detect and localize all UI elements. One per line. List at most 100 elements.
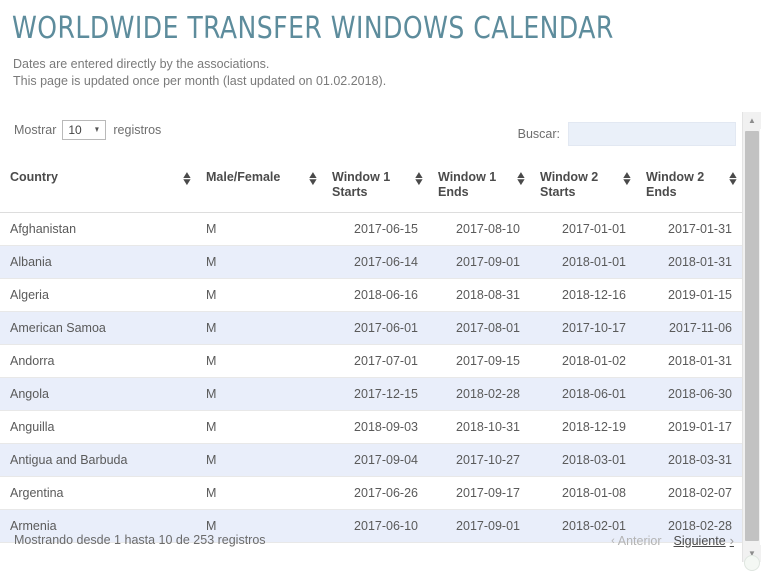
page-length-label-before: Mostrar [14,123,57,137]
cell-country: Antigua and Barbuda [0,443,196,477]
table-row: Angola M 2017-12-15 2018-02-28 2018-06-01 201… [0,377,742,411]
cell-window2-starts: 2018-03-01 [530,443,636,477]
cell-window1-ends: 2018-10-31 [428,410,530,444]
cell-window2-ends: 2019-01-17 [636,410,742,444]
cell-gender: M [196,344,322,378]
table-head: Country ▲ ▼ Male/Female ▲ ▼ Window 1 Start [0,160,742,213]
cell-country: Albania [0,245,196,279]
cell-gender: M [196,377,322,411]
chevron-right-icon: › [729,533,734,548]
column-header-window1-starts-line2: Starts [332,185,368,199]
table-row: Argentina M 2017-06-26 2017-09-17 2018-01-08… [0,476,742,510]
sort-icon-window1-starts[interactable]: ▲ ▼ [413,171,425,188]
column-header-window1-starts[interactable]: Window 1 Starts ▲ ▼ [322,160,428,213]
scrollbar-corner-widget [744,555,760,571]
cell-window1-starts: 2017-12-15 [322,377,428,411]
column-header-gender[interactable]: Male/Female ▲ ▼ [196,160,322,213]
cell-window1-starts: 2017-06-15 [322,212,428,246]
cell-country: Algeria [0,278,196,312]
cell-window2-starts: 2018-01-08 [530,476,636,510]
subtitle-line-2: This page is updated once per month (las… [13,74,387,88]
column-header-window2-ends[interactable]: Window 2 Ends ▲ ▼ [636,160,742,213]
cell-window2-starts: 2018-06-01 [530,377,636,411]
table-row: Anguilla M 2018-09-03 2018-10-31 2018-12-19 2… [0,410,742,444]
table-filter-control: Buscar: [518,122,736,146]
cell-window1-starts: 2017-06-01 [322,311,428,345]
pagination: ‹ Anterior Siguiente › [611,533,734,548]
vertical-scrollbar[interactable]: ▲ ▼ [742,112,761,562]
cell-gender: M [196,212,322,246]
search-label: Buscar: [517,127,560,141]
page-subtitle: Dates are entered directly by the associ… [13,56,386,90]
cell-window1-starts: 2017-09-04 [322,443,428,477]
cell-window1-ends: 2017-09-01 [428,245,530,279]
page-length-select[interactable]: 10 ▼ [62,120,107,140]
cell-country: American Samoa [0,311,196,345]
cell-window2-starts: 2018-12-16 [530,278,636,312]
cell-window1-ends: 2017-08-10 [428,212,530,246]
cell-gender: M [196,245,322,279]
table-row: Albania M 2017-06-14 2017-09-01 2018-01-01 20… [0,245,742,279]
sort-icon-window2-starts[interactable]: ▲ ▼ [621,171,633,188]
cell-gender: M [196,476,322,510]
sort-icon-gender[interactable]: ▲ ▼ [307,171,319,188]
table-body: Afghanistan M 2017-06-15 2017-08-10 2017-01-… [0,212,742,543]
cell-window2-starts: 2018-01-01 [530,245,636,279]
column-header-country-label: Country [10,170,58,184]
scrollbar-up-arrow-icon[interactable]: ▲ [743,112,761,129]
cell-gender: M [196,443,322,477]
pagination-previous-button[interactable]: ‹ Anterior [611,534,661,548]
cell-window1-ends: 2018-08-31 [428,278,530,312]
page-length-value: 10 [68,123,82,137]
page-length-control: Mostrar 10 ▼ registros [14,120,161,140]
cell-country: Angola [0,377,196,411]
table-row: Andorra M 2017-07-01 2017-09-15 2018-01-02 20… [0,344,742,378]
chevron-left-icon: ‹ [611,534,615,547]
table-info: Mostrando desde 1 hasta 10 de 253 regist… [14,533,266,547]
cell-country: Anguilla [0,410,196,444]
transfer-windows-table: Country ▲ ▼ Male/Female ▲ ▼ Window 1 Start [0,160,742,543]
table-row: Afghanistan M 2017-06-15 2017-08-10 2017-01-… [0,212,742,246]
cell-window1-starts: 2017-06-14 [322,245,428,279]
column-header-window1-ends-line2: Ends [438,185,469,199]
sort-icon-window2-ends[interactable]: ▲ ▼ [727,171,739,188]
page-root: Worldwide Transfer Windows Calendar Date… [0,0,768,577]
cell-window2-ends: 2017-01-31 [636,212,742,246]
cell-window2-ends: 2018-01-31 [636,245,742,279]
column-header-window1-starts-line1: Window 1 [332,170,391,184]
pagination-previous-label: Anterior [617,533,662,548]
column-header-window1-ends[interactable]: Window 1 Ends ▲ ▼ [428,160,530,213]
column-header-window1-ends-line1: Window 1 [438,170,497,184]
table-row: American Samoa M 2017-06-01 2017-08-01 2017-… [0,311,742,345]
page-length-label-after: registros [113,123,162,137]
cell-window2-starts: 2017-01-01 [530,212,636,246]
cell-window1-ends: 2017-09-17 [428,476,530,510]
table-header-row: Country ▲ ▼ Male/Female ▲ ▼ Window 1 Start [0,160,742,213]
pagination-next-button[interactable]: Siguiente › [674,533,734,548]
column-header-window2-starts-line2: Starts [540,185,576,199]
cell-window2-starts: 2017-10-17 [530,311,636,345]
page-title: Worldwide Transfer Windows Calendar [12,11,614,46]
cell-gender: M [196,410,322,444]
search-input[interactable] [568,122,736,146]
sort-icon-country[interactable]: ▲ ▼ [181,171,193,188]
table-footer: Mostrando desde 1 hasta 10 de 253 regist… [0,530,742,560]
table-row: Algeria M 2018-06-16 2018-08-31 2018-12-16 20… [0,278,742,312]
cell-window1-starts: 2017-06-26 [322,476,428,510]
cell-window1-ends: 2017-09-15 [428,344,530,378]
sort-icon-window1-ends[interactable]: ▲ ▼ [515,171,527,188]
subtitle-line-1: Dates are entered directly by the associ… [13,57,270,71]
cell-country: Andorra [0,344,196,378]
cell-window2-starts: 2018-12-19 [530,410,636,444]
cell-window1-starts: 2018-09-03 [322,410,428,444]
cell-window1-starts: 2017-07-01 [322,344,428,378]
data-table-wrapper: Country ▲ ▼ Male/Female ▲ ▼ Window 1 Start [0,160,742,543]
column-header-window2-starts[interactable]: Window 2 Starts ▲ ▼ [530,160,636,213]
column-header-country[interactable]: Country ▲ ▼ [0,160,196,213]
cell-window2-starts: 2018-01-02 [530,344,636,378]
scrollbar-thumb[interactable] [745,131,759,541]
pagination-next-label: Siguiente [673,533,726,548]
cell-window2-ends: 2018-01-31 [636,344,742,378]
cell-country: Argentina [0,476,196,510]
cell-gender: M [196,311,322,345]
